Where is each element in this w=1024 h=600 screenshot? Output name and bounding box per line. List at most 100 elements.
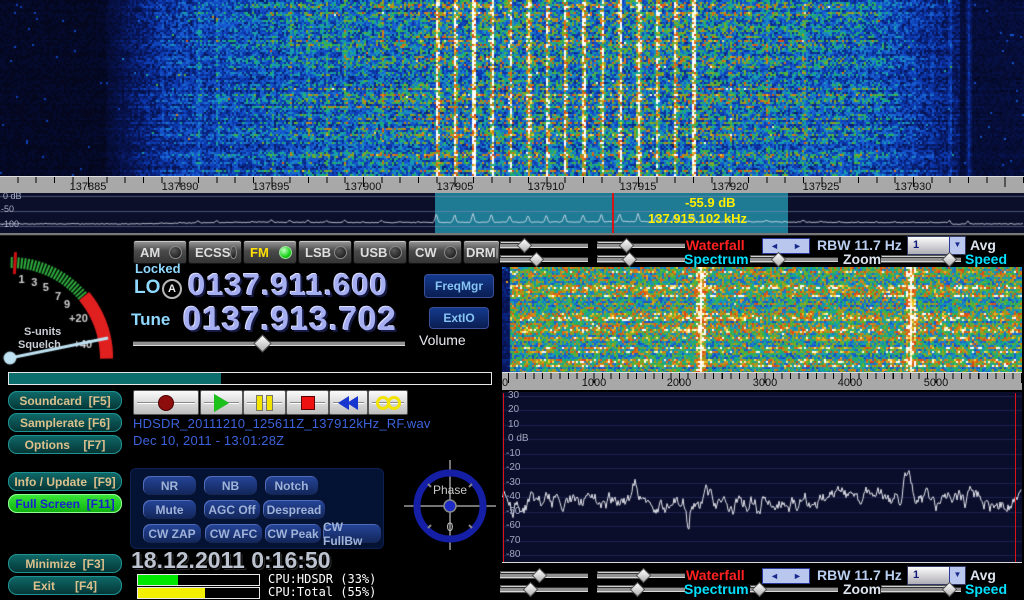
mode-label: AM (140, 245, 169, 260)
waterfall-scroll-control[interactable]: ◄► (762, 238, 810, 254)
scroll-right-icon[interactable]: ► (786, 569, 809, 583)
af-spectrum-trace (502, 392, 1022, 562)
phase-value: 0 (404, 520, 496, 534)
zoom-slider[interactable] (750, 253, 838, 264)
soundcard-button[interactable]: Soundcard [F5] (8, 391, 122, 410)
avg-value: 1 (908, 567, 949, 584)
lo-frequency-display[interactable]: 0137.911.600 (188, 267, 388, 303)
despread-button[interactable]: Despread (262, 499, 326, 520)
mode-label: LSB (305, 245, 334, 260)
dropdown-arrow-icon[interactable]: ▼ (949, 237, 965, 254)
cpu-hdsdr-label: CPU:HDSDR (33%) (268, 572, 376, 586)
mode-label: CW (415, 245, 444, 260)
db-axis-label: -40 (506, 491, 520, 502)
mode-led (279, 246, 292, 259)
exit-button[interactable]: Exit [F4] (8, 576, 122, 595)
zoom-label: Zoom (843, 251, 881, 267)
af-frequency-ruler[interactable]: 0 1000 2000 3000 4000 5000 (502, 372, 1022, 390)
mode-button-usb[interactable]: USB (353, 240, 407, 264)
s-units-label: S-units (24, 326, 61, 338)
speed-slider-2[interactable] (881, 583, 961, 594)
scroll-left-icon[interactable]: ◄ (763, 239, 786, 253)
pause-button[interactable] (243, 390, 286, 415)
mode-button-ecss[interactable]: ECSS (188, 240, 242, 264)
freq-tick-label: 4000 (825, 377, 875, 389)
mode-button-drm[interactable]: DRM (463, 240, 500, 264)
clock-display: 18.12.2011 0:16:50 (131, 547, 331, 574)
phase-indicator: Phase 0 (404, 458, 496, 550)
freq-tick-label: 137885 (63, 181, 113, 193)
stop-button[interactable] (286, 390, 329, 415)
main-frequency-ruler[interactable]: 137885 137890 137895 137900 137905 13791… (0, 176, 1024, 194)
af-waterfall-display[interactable] (502, 267, 1022, 372)
lo-auto-button[interactable]: A (162, 279, 182, 299)
mode-button-lsb[interactable]: LSB (298, 240, 352, 264)
phase-label: Phase (404, 483, 496, 497)
fullscreen-button[interactable]: Full Screen [F11] (8, 494, 122, 513)
zoom-slider-2[interactable] (750, 583, 838, 594)
rewind-button[interactable] (329, 390, 368, 415)
mute-button[interactable]: Mute (142, 499, 197, 520)
volume-slider[interactable] (133, 337, 405, 348)
db-axis-label: -70 (506, 535, 520, 546)
extio-button[interactable]: ExtIO (429, 307, 489, 329)
waterfall-lower-slider-2[interactable] (597, 569, 685, 580)
tune-frequency-marker[interactable] (612, 193, 614, 233)
freq-tick-label: 137895 (246, 181, 296, 193)
play-icon (214, 394, 229, 412)
options-button[interactable]: Options [F7] (8, 435, 122, 454)
slider-thumb[interactable] (253, 334, 271, 352)
waterfall-upper-slider[interactable] (500, 239, 588, 250)
spectrum-upper-slider[interactable] (500, 253, 588, 264)
cw-peak-button[interactable]: CW Peak (264, 523, 322, 544)
hdsdr-window: 137885 137890 137895 137900 137905 13791… (0, 0, 1024, 600)
speed-slider[interactable] (881, 253, 961, 264)
scroll-left-icon[interactable]: ◄ (763, 569, 786, 583)
samplerate-button[interactable]: Samplerate [F6] (8, 413, 122, 432)
freq-tick-label: 137920 (705, 181, 755, 193)
mode-label: DRM (466, 245, 496, 260)
freq-tick-label: 2000 (654, 377, 704, 389)
db-axis-label: -80 (506, 549, 520, 560)
db-axis-label: 0 dB (3, 191, 22, 201)
scroll-right-icon[interactable]: ► (786, 239, 809, 253)
waterfall-lower-slider[interactable] (597, 239, 685, 250)
notch-button[interactable]: Notch (264, 475, 319, 496)
main-waterfall-display[interactable] (0, 0, 1024, 176)
mode-button-cw[interactable]: CW (408, 240, 462, 264)
locked-label: Locked (135, 261, 181, 276)
panel-divider (0, 233, 1024, 236)
playback-progress-bar[interactable] (8, 372, 492, 385)
nr-button[interactable]: NR (142, 475, 197, 496)
waterfall-upper-slider-2[interactable] (500, 569, 588, 580)
pause-icon (256, 395, 273, 411)
waterfall-scroll-control-2[interactable]: ◄► (762, 568, 810, 584)
main-spectrum-display[interactable]: 0 dB -50 -100 -55.9 dB 137.915.102 kHz (0, 193, 1024, 233)
play-button[interactable] (200, 390, 243, 415)
record-button[interactable] (133, 390, 199, 415)
dropdown-arrow-icon[interactable]: ▼ (949, 567, 965, 584)
mode-button-fm[interactable]: FM (243, 240, 297, 264)
spectrum-lower-slider[interactable] (597, 253, 685, 264)
cw-afc-button[interactable]: CW AFC (204, 523, 263, 544)
main-spectrum-trace (0, 193, 1024, 233)
db-axis-label: -100 (1, 219, 19, 229)
cw-zap-button[interactable]: CW ZAP (142, 523, 202, 544)
zoom-label-2: Zoom (843, 581, 881, 597)
mode-label: FM (250, 245, 279, 260)
agc-button[interactable]: AGC Off (203, 499, 261, 520)
mode-led (334, 246, 347, 259)
info-update-button[interactable]: Info / Update [F9] (8, 472, 122, 491)
minimize-button[interactable]: Minimize [F3] (8, 554, 122, 573)
mode-led (230, 246, 237, 259)
freqmgr-button[interactable]: FreqMgr (424, 274, 494, 298)
mode-label: ECSS (195, 245, 230, 260)
nb-button[interactable]: NB (203, 475, 258, 496)
tune-frequency-display[interactable]: 0137.913.702 (183, 300, 397, 338)
cw-fullbw-button[interactable]: CW FullBw (322, 523, 382, 544)
spectrum-lower-slider-2[interactable] (597, 583, 685, 594)
spectrum-upper-slider-2[interactable] (500, 583, 588, 594)
major-ticks (0, 177, 1024, 187)
db-axis-label: -60 (506, 520, 520, 531)
loop-button[interactable] (368, 390, 408, 415)
